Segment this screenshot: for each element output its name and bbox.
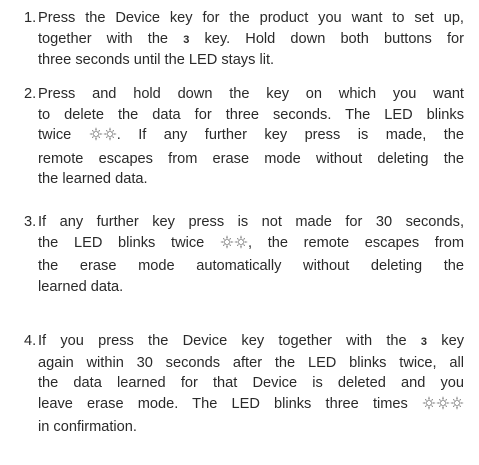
step-2-line-2: to delete the data for three seconds. Th… [38, 106, 464, 123]
key-3-label: 3 [183, 33, 190, 46]
step-2-line-4: remote escapes from erase mode without d… [38, 150, 464, 167]
step-4-line-2: again within 30 seconds after the LED bl… [38, 354, 464, 371]
step-4-line-4: leave erase mode. The LED blinks three t… [38, 394, 464, 418]
step-2-line-3: twice . If any further key press is made… [38, 125, 464, 149]
step-2-line-5: the learned data. [38, 171, 148, 187]
step-4-line-5: in confirmation. [38, 419, 137, 435]
step-4-line-3: the data learned for that Device is dele… [38, 375, 464, 391]
instruction-list: 1. Press the Device key for the product … [0, 0, 479, 465]
step-3-line-2: the LED blinks twice , the remote escape… [38, 233, 464, 257]
step-4-line-1: If you press the Device key together wit… [38, 333, 464, 349]
led-blink-icon [89, 126, 117, 149]
led-blink-icon [220, 234, 248, 257]
step-1-line-3: three seconds until the LED stays lit. [38, 52, 275, 68]
led-blink-icon [422, 395, 464, 418]
key-3-label: 3 [420, 336, 428, 348]
step-1-line-2: together with the 3 key. Hold down both … [38, 30, 465, 47]
step-3-line-1: If any further key press is not made for… [38, 214, 464, 230]
step-3-line-3: the erase mode automatically without del… [38, 258, 464, 274]
step-2-line-1: Press and hold down the key on which you… [38, 86, 464, 102]
step-1-line-1: Press the Device key for the product you… [38, 10, 464, 26]
step-3-line-4: learned data. [38, 278, 124, 295]
